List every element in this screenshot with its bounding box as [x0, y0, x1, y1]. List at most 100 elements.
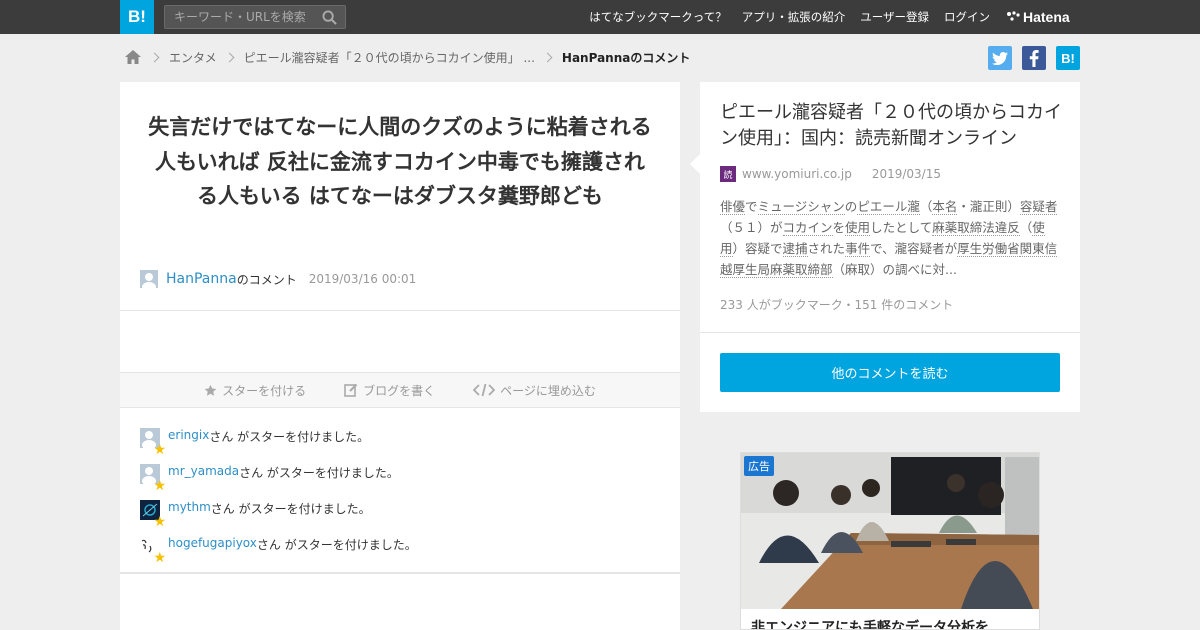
- star-username[interactable]: eringix: [168, 428, 209, 442]
- summary-text: （: [1019, 220, 1033, 235]
- star-row: ★ hogefugapiyox さん がスターを付けました。: [140, 536, 417, 572]
- edit-icon: [344, 383, 358, 397]
- search-icon[interactable]: [322, 10, 337, 25]
- twitter-icon: [992, 51, 1008, 65]
- top-bar: B! はてなブックマークって？ アプリ・拡張の紹介 ユーザー登録 ログイン Ha…: [0, 0, 1200, 34]
- summary-text: したとして: [870, 220, 933, 235]
- ad-badge: 広告: [744, 456, 774, 476]
- home-icon[interactable]: [124, 49, 142, 65]
- keyword-link[interactable]: 逮捕: [782, 241, 808, 257]
- hatena-mark-icon: [1007, 11, 1020, 21]
- summary-text: ）容疑で: [732, 241, 783, 256]
- summary-text: （: [919, 199, 933, 214]
- comment-card: 失言だけではてなーに人間のクズのように粘着される人もいれば 反社に金流すコカイン…: [120, 82, 680, 630]
- summary-text: の: [844, 199, 858, 214]
- code-icon: [473, 383, 496, 397]
- site-favicon: 読: [720, 166, 736, 182]
- comment-user-suffix: のコメント: [236, 272, 297, 287]
- star-username[interactable]: hogefugapiyox: [168, 536, 257, 550]
- divider: [120, 572, 680, 574]
- star-user-avatar[interactable]: ★: [140, 536, 166, 565]
- nav-login[interactable]: ログイン: [944, 9, 990, 25]
- summary-text: された: [807, 241, 846, 256]
- add-star-button[interactable]: スターを付ける: [204, 382, 306, 399]
- top-nav: はてなブックマークって？ アプリ・拡張の紹介 ユーザー登録 ログイン: [589, 0, 990, 34]
- keyword-link[interactable]: 使用: [845, 220, 871, 236]
- entry-summary: 俳優でミュージシャンのピエール瀧（本名・瀧正則）容疑者（５１）がコカインを使用し…: [720, 196, 1062, 280]
- summary-text: （麻取）の調べに対...: [832, 262, 957, 277]
- entry-domain[interactable]: www.yomiuri.co.jp: [742, 167, 852, 181]
- star-username[interactable]: mr_yamada: [168, 464, 239, 478]
- user-avatar[interactable]: [140, 270, 158, 288]
- keyword-link[interactable]: 本名: [932, 199, 958, 215]
- write-blog-button[interactable]: ブログを書く: [344, 382, 435, 399]
- hatena-bookmark-logo[interactable]: B!: [120, 0, 154, 34]
- nav-apps[interactable]: アプリ・拡張の紹介: [742, 9, 846, 25]
- embed-label: ページに埋め込む: [500, 383, 596, 398]
- star-icon: [204, 384, 217, 396]
- summary-text: で: [745, 199, 758, 214]
- nav-register[interactable]: ユーザー登録: [860, 9, 929, 25]
- star-list: ★ eringix さん がスターを付けました。 ★ mr_yamada さん …: [140, 428, 417, 572]
- chevron-right-icon: [224, 52, 235, 62]
- keyword-link[interactable]: ピエール瀧: [857, 199, 920, 215]
- star-text: さん がスターを付けました。: [256, 538, 417, 552]
- keyword-link[interactable]: コカイン: [782, 220, 833, 236]
- entry-title[interactable]: ピエール瀧容疑者「２０代の頃からコカイン使用」：国内：読売新聞オンライン: [720, 100, 1065, 152]
- keyword-link[interactable]: 麻薬取締法違反: [932, 220, 1020, 236]
- comment-username[interactable]: HanPanna: [166, 271, 237, 287]
- read-other-comments-button[interactable]: 他のコメントを読む: [720, 353, 1060, 392]
- ad-banner[interactable]: 広告 非エンジニアにも手軽なデータ分析を: [740, 452, 1040, 630]
- star-icon: ★: [153, 442, 166, 458]
- summary-text: ・瀧正則）: [957, 199, 1020, 214]
- keyword-link[interactable]: 俳優: [720, 199, 746, 215]
- keyword-link[interactable]: 事件: [845, 241, 871, 257]
- comment-text: 失言だけではてなーに人間のクズのように粘着される人もいれば 反社に金流すコカイン…: [148, 115, 652, 208]
- star-text: さん がスターを付けました。: [210, 502, 371, 516]
- share-buttons: B!: [988, 46, 1080, 70]
- facebook-icon: [1029, 49, 1039, 67]
- star-user-avatar[interactable]: ★: [140, 464, 166, 493]
- breadcrumb-entry[interactable]: ピエール瀧容疑者「２０代の頃からコカイン使用」 ...: [244, 49, 535, 66]
- star-text: さん がスターを付けました。: [239, 466, 399, 480]
- hatena-brand-link[interactable]: Hatena: [1006, 0, 1070, 34]
- ad-caption: 非エンジニアにも手軽なデータ分析を: [751, 620, 989, 630]
- chevron-right-icon: [542, 52, 553, 62]
- star-text: さん がスターを付けました。: [209, 430, 370, 444]
- divider: [700, 332, 1080, 333]
- entry-meta: 読 www.yomiuri.co.jp 2019/03/15: [720, 166, 941, 182]
- star-icon: ★: [153, 514, 166, 530]
- ad-image: [741, 453, 1039, 609]
- keyword-link[interactable]: 厚生労働省: [957, 241, 1020, 257]
- star-row: ★ mythm さん がスターを付けました。: [140, 500, 417, 536]
- breadcrumb-current: HanPannaのコメント: [561, 50, 691, 65]
- comment-date: 2019/03/16 00:01: [308, 272, 417, 286]
- comment-user-line: HanPanna のコメント 2019/03/16 00:01: [140, 270, 416, 288]
- breadcrumb-category[interactable]: エンタメ: [169, 49, 217, 66]
- nav-about[interactable]: はてなブックマークって？: [589, 9, 726, 25]
- comment-actions: スターを付ける ブログを書く ページに埋め込む: [120, 372, 680, 408]
- star-icon: ★: [153, 478, 166, 494]
- search-input[interactable]: [165, 6, 315, 28]
- star-username[interactable]: mythm: [168, 500, 211, 514]
- entry-counts: 233 人がブックマーク・151 件のコメント: [720, 298, 954, 312]
- entry-date: 2019/03/15: [871, 167, 941, 181]
- twitter-share-button[interactable]: [988, 46, 1012, 70]
- star-icon: ★: [153, 550, 166, 566]
- embed-button[interactable]: ページに埋め込む: [473, 382, 596, 399]
- keyword-link[interactable]: ミュージシャン: [757, 199, 845, 215]
- star-user-avatar[interactable]: ★: [140, 428, 166, 457]
- facebook-share-button[interactable]: [1022, 46, 1046, 70]
- keyword-link[interactable]: 容疑者: [1019, 199, 1058, 215]
- search-box: [164, 5, 346, 29]
- summary-text: を: [832, 220, 846, 235]
- star-user-avatar[interactable]: ★: [140, 500, 166, 529]
- hatena-bookmark-share-button[interactable]: B!: [1056, 46, 1080, 70]
- star-row: ★ mr_yamada さん がスターを付けました。: [140, 464, 417, 500]
- write-blog-label: ブログを書く: [363, 383, 436, 398]
- summary-text: （５１）が: [720, 220, 783, 235]
- summary-text: で、瀧容疑者が: [870, 241, 958, 256]
- breadcrumb: エンタメ ピエール瀧容疑者「２０代の頃からコカイン使用」 ... HanPann…: [124, 46, 690, 68]
- add-star-label: スターを付ける: [222, 383, 307, 398]
- entry-card: ピエール瀧容疑者「２０代の頃からコカイン使用」：国内：読売新聞オンライン 読 w…: [690, 82, 1080, 412]
